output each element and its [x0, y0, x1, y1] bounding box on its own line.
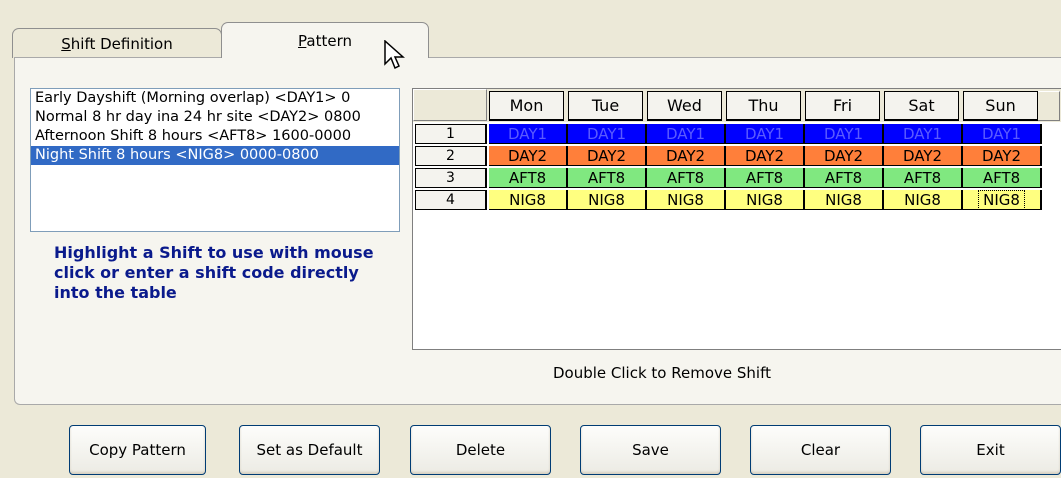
shift-list[interactable]: Early Dayshift (Morning overlap) <DAY1> … [30, 88, 400, 232]
shift-cell[interactable]: DAY2 [805, 146, 884, 166]
shift-cell[interactable]: DAY2 [884, 146, 963, 166]
shift-list-item[interactable]: Early Dayshift (Morning overlap) <DAY1> … [31, 89, 399, 108]
shift-cell-code: DAY2 [902, 146, 943, 165]
hint-text: Highlight a Shift to use with mouse clic… [54, 243, 374, 302]
shift-cell-code: AFT8 [824, 168, 863, 187]
shift-cell-code: NIG8 [746, 190, 783, 209]
shift-cell[interactable]: NIG8 [884, 190, 963, 210]
shift-cell-code: AFT8 [745, 168, 784, 187]
row-header[interactable]: 3 [415, 168, 487, 188]
tab-shift-definition[interactable]: Shift Definition [12, 28, 222, 58]
delete-button[interactable]: Delete [410, 425, 551, 475]
shift-cell-code: DAY1 [665, 124, 706, 143]
shift-cell-code: NIG8 [588, 190, 625, 209]
column-header-wed[interactable]: Wed [647, 91, 722, 121]
shift-cell-code: NIG8 [978, 189, 1025, 210]
column-header-tue[interactable]: Tue [568, 91, 643, 121]
shift-cell[interactable]: DAY1 [489, 124, 568, 144]
column-header-sun[interactable]: Sun [963, 91, 1038, 121]
shift-cell[interactable]: NIG8 [568, 190, 647, 210]
pattern-grid[interactable]: Mon Tue Wed Thu Fri Sat Sun 1 DAY1 DAY1 DAY1 DAY1 DA… [412, 88, 1061, 350]
column-header-fri[interactable]: Fri [805, 91, 880, 121]
shift-cell[interactable]: DAY2 [647, 146, 726, 166]
grid-caption: Double Click to Remove Shift [553, 364, 771, 382]
shift-cell[interactable]: AFT8 [489, 168, 568, 188]
shift-cell[interactable]: AFT8 [647, 168, 726, 188]
shift-cell[interactable]: DAY2 [568, 146, 647, 166]
shift-list-item[interactable]: Night Shift 8 hours <NIG8> 0000-0800 [31, 146, 399, 165]
grid-corner [413, 89, 487, 121]
shift-cell-code: AFT8 [666, 168, 705, 187]
shift-cell-code: DAY2 [981, 146, 1022, 165]
row-header[interactable]: 4 [415, 190, 487, 210]
shift-list-item[interactable]: Afternoon Shift 8 hours <AFT8> 1600-0000 [31, 127, 399, 146]
exit-button[interactable]: Exit [920, 425, 1061, 475]
set-as-default-button[interactable]: Set as Default [239, 425, 380, 475]
shift-cell[interactable]: DAY1 [963, 124, 1042, 144]
shift-cell-code: AFT8 [587, 168, 626, 187]
shift-cell-code: DAY1 [507, 124, 548, 143]
shift-cell-code: NIG8 [667, 190, 704, 209]
shift-cell-code: DAY1 [744, 124, 785, 143]
column-header-sat[interactable]: Sat [884, 91, 959, 121]
clear-button[interactable]: Clear [750, 425, 891, 475]
shift-cell-code: DAY2 [744, 146, 785, 165]
shift-cell-code: DAY1 [981, 124, 1022, 143]
shift-cell[interactable]: AFT8 [963, 168, 1042, 188]
shift-cell[interactable]: NIG8 [805, 190, 884, 210]
shift-cell-code: NIG8 [904, 190, 941, 209]
shift-cell[interactable]: NIG8 [647, 190, 726, 210]
shift-cell-code: AFT8 [982, 168, 1021, 187]
shift-cell[interactable]: DAY1 [568, 124, 647, 144]
shift-cell[interactable]: NIG8 [726, 190, 805, 210]
save-button[interactable]: Save [580, 425, 721, 475]
shift-cell[interactable]: AFT8 [568, 168, 647, 188]
shift-cell-code: NIG8 [825, 190, 862, 209]
shift-cell[interactable]: DAY1 [647, 124, 726, 144]
column-header-thu[interactable]: Thu [726, 91, 801, 121]
shift-cell[interactable]: AFT8 [726, 168, 805, 188]
copy-pattern-button[interactable]: Copy Pattern [69, 425, 206, 475]
shift-cell-code: DAY1 [823, 124, 864, 143]
shift-cell[interactable]: AFT8 [884, 168, 963, 188]
row-header[interactable]: 1 [415, 124, 487, 144]
shift-cell-code: DAY2 [586, 146, 627, 165]
tab-shift-definition-label: Shift Definition [61, 34, 173, 53]
shift-cell-code: DAY2 [665, 146, 706, 165]
shift-cell-code: DAY2 [507, 146, 548, 165]
shift-cell-code: DAY1 [586, 124, 627, 143]
shift-cell[interactable]: DAY2 [963, 146, 1042, 166]
shift-cell-code: AFT8 [903, 168, 942, 187]
shift-list-item[interactable]: Normal 8 hr day ina 24 hr site <DAY2> 08… [31, 108, 399, 127]
mouse-pointer-icon [384, 40, 405, 70]
shift-cell[interactable]: NIG8 [963, 189, 1042, 210]
shift-cell[interactable]: AFT8 [805, 168, 884, 188]
shift-cell[interactable]: DAY2 [489, 146, 568, 166]
row-header[interactable]: 2 [415, 146, 487, 166]
shift-cell[interactable]: DAY1 [726, 124, 805, 144]
shift-cell[interactable]: DAY1 [884, 124, 963, 144]
shift-cell-code: DAY2 [823, 146, 864, 165]
shift-cell-code: AFT8 [508, 168, 547, 187]
shift-cell[interactable]: DAY1 [805, 124, 884, 144]
shift-cell[interactable]: NIG8 [489, 190, 568, 210]
shift-cell-code: DAY1 [902, 124, 943, 143]
tab-pattern-label: Pattern [298, 31, 352, 50]
shift-cell[interactable]: DAY2 [726, 146, 805, 166]
shift-cell-code: NIG8 [509, 190, 546, 209]
column-header-mon[interactable]: Mon [489, 91, 564, 121]
